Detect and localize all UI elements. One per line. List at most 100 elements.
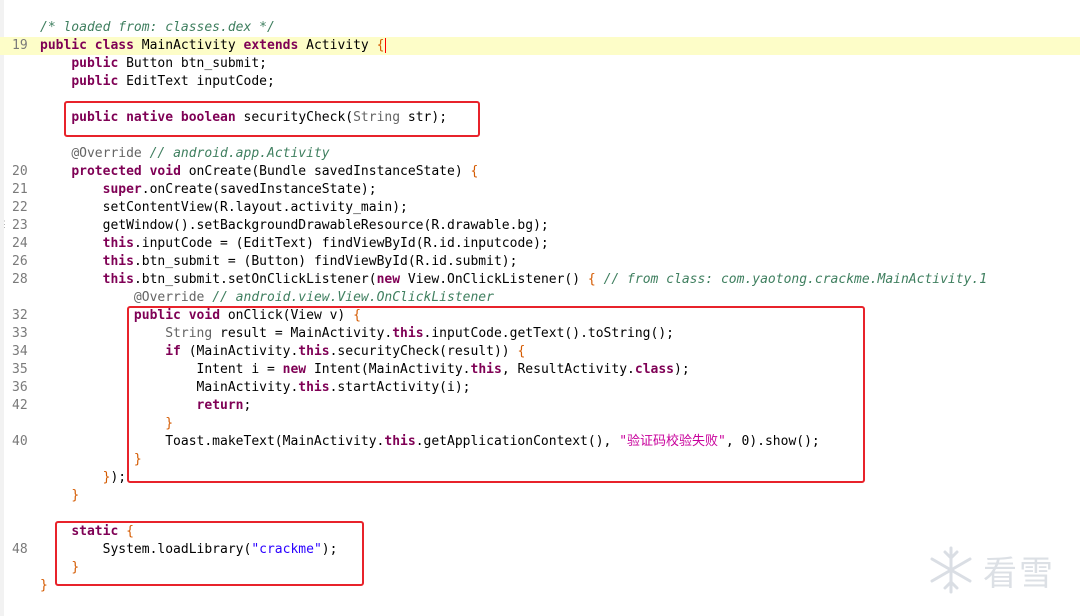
code-token: .onCreate(savedInstanceState); [141, 182, 377, 197]
code-token: public [71, 74, 119, 89]
code-token: (MainActivity. [180, 344, 299, 359]
code-text: public Button btn_submit; [40, 55, 267, 73]
code-text: MainActivity.this.startActivity(i); [40, 379, 471, 397]
code-token: public [71, 56, 119, 71]
code-token: // android.app.Activity [149, 146, 330, 161]
text-caret [385, 38, 387, 53]
code-text: System.loadLibrary("crackme"); [40, 541, 338, 559]
code-text: } [40, 487, 79, 505]
code-token: str); [400, 110, 448, 125]
code-token: this [298, 344, 330, 359]
code-token: public [71, 110, 119, 125]
code-token: } [71, 488, 80, 503]
code-text: } [40, 559, 79, 577]
code-token: public [40, 38, 87, 53]
code-token: .securityCheck(result)) [329, 344, 518, 359]
line-number: 32 [12, 308, 28, 323]
code-text: public EditText inputCode; [40, 73, 275, 91]
code-token: class [94, 38, 134, 53]
code-token: super [102, 182, 142, 197]
code-token: native [126, 110, 174, 125]
folding-handle-icon[interactable]: ⋮ [0, 221, 9, 236]
code-token: .inputCode = (EditText) findViewById(R.i… [133, 236, 549, 251]
code-token: getWindow().setBackgroundDrawableResourc… [40, 218, 549, 233]
code-token: @Override [71, 146, 142, 161]
code-text: this.btn_submit.setOnClickListener(new V… [40, 271, 987, 289]
code-token: ; [243, 398, 252, 413]
line-number: 20 [12, 164, 28, 179]
code-text: setContentView(R.layout.activity_main); [40, 199, 408, 217]
code-token: "crackme" [251, 542, 322, 557]
code-token: void [188, 308, 221, 323]
line-number: 34 [12, 344, 28, 359]
code-token: ); [674, 362, 690, 377]
line-number: 28 [12, 272, 28, 287]
code-token: } [71, 560, 80, 575]
code-token: String [353, 110, 401, 125]
line-number: 21 [12, 182, 28, 197]
code-token: this [102, 254, 134, 269]
code-text: }); [40, 469, 126, 487]
code-token: new [376, 272, 401, 287]
code-text: String result = MainActivity.this.inputC… [40, 325, 674, 343]
line-number: 35 [12, 362, 28, 377]
code-token: Button btn_submit; [118, 56, 267, 71]
code-token: this [102, 272, 134, 287]
code-token: this [102, 236, 134, 251]
code-token: protected [71, 164, 142, 179]
code-token: { [587, 272, 596, 287]
code-token: onCreate(Bundle savedInstanceState) [180, 164, 471, 179]
code-token: securityCheck( [235, 110, 354, 125]
code-token: this [384, 434, 416, 449]
code-token: { [353, 308, 361, 323]
code-text: public native boolean securityCheck(Stri… [40, 109, 447, 127]
code-text: Toast.makeText(MainActivity.this.getAppl… [40, 433, 820, 451]
code-text: protected void onCreate(Bundle savedInst… [40, 163, 478, 181]
code-token: .btn_submit.setOnClickListener( [133, 272, 377, 287]
code-token: setContentView(R.layout.activity_main); [40, 200, 408, 215]
line-number: 23 [12, 218, 28, 233]
code-token: } [40, 578, 48, 593]
code-line[interactable]: 19 public class MainActivity extends Acti… [0, 37, 1080, 55]
code-text: super.onCreate(savedInstanceState); [40, 181, 377, 199]
code-text: } [40, 577, 48, 595]
code-token: if [165, 344, 181, 359]
code-token: @Override [133, 290, 205, 305]
code-text: getWindow().setBackgroundDrawableResourc… [40, 217, 549, 235]
code-token: /* loaded from: classes.dex */ [40, 20, 275, 35]
code-token: , 0).show(); [725, 434, 820, 449]
code-text: } [40, 415, 173, 433]
code-token: extends [243, 38, 299, 53]
code-text: /* loaded from: classes.dex */ [40, 19, 275, 37]
code-text: } [40, 451, 142, 469]
code-token: { [470, 164, 479, 179]
code-token: return [196, 398, 244, 413]
code-token: { [376, 38, 385, 53]
line-number: 42 [12, 398, 28, 413]
code-token: ); [321, 542, 338, 557]
code-token: } [165, 416, 174, 431]
code-token: this [298, 380, 330, 395]
line-number: 19 [12, 38, 28, 53]
code-token: this [392, 326, 424, 341]
code-token: .btn_submit = (Button) findViewById(R.id… [133, 254, 518, 269]
code-text: this.btn_submit = (Button) findViewById(… [40, 253, 518, 271]
line-number: 22 [12, 200, 28, 215]
code-token: void [149, 164, 181, 179]
code-text: if (MainActivity.this.securityCheck(resu… [40, 343, 525, 361]
